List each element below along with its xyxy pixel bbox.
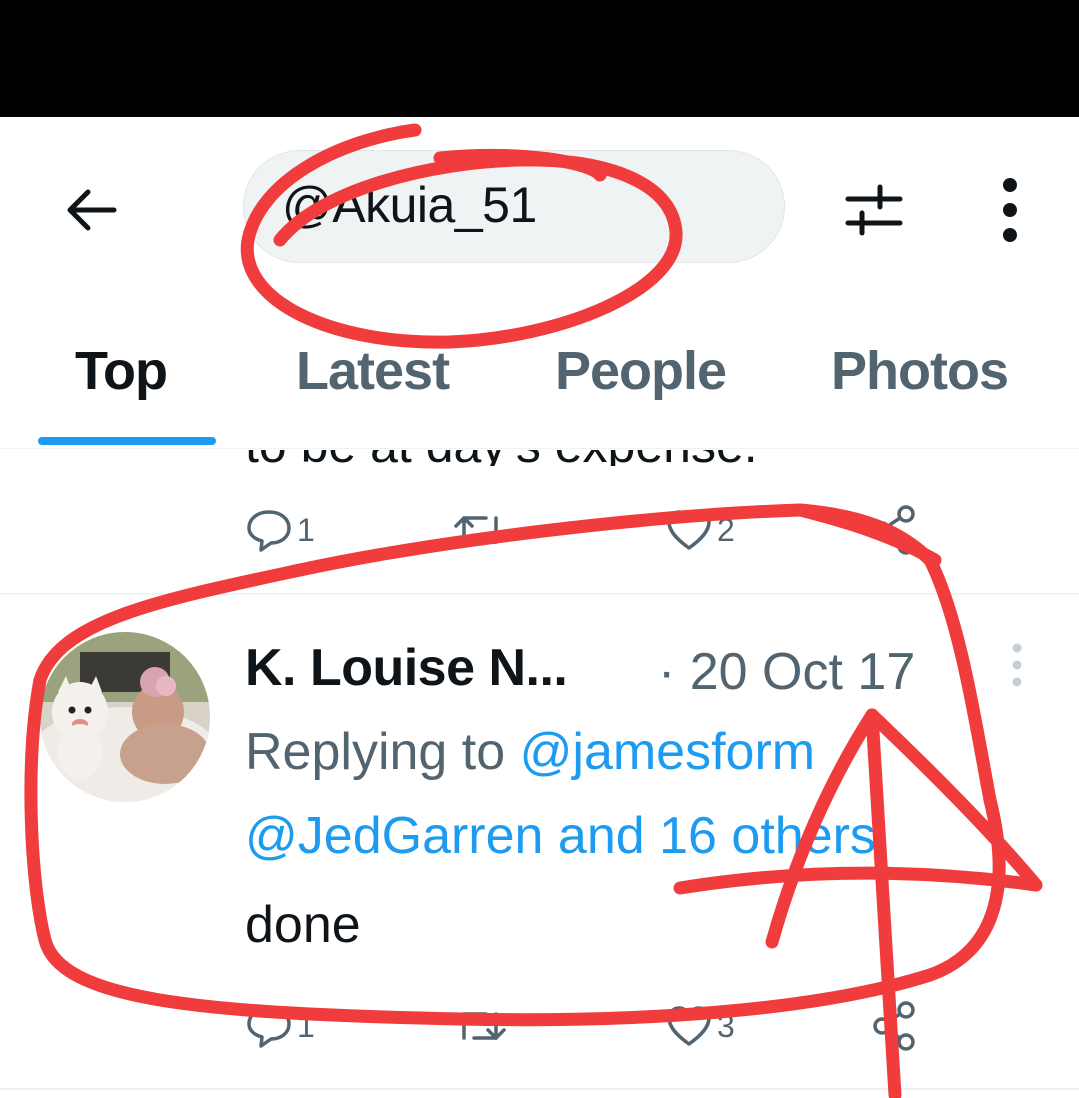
like-icon [667, 1006, 711, 1046]
tweet-text: done [245, 896, 361, 954]
back-button[interactable] [55, 180, 125, 240]
share-icon [873, 505, 915, 555]
tweet-date[interactable]: · 20 Oct 17 [658, 642, 915, 702]
reply-icon [247, 1006, 291, 1048]
avatar-photo [40, 632, 210, 802]
tab-photos[interactable]: Photos [831, 340, 1009, 402]
share-button[interactable] [870, 996, 918, 1056]
like-button[interactable]: 2 [665, 500, 735, 560]
back-arrow-icon [67, 189, 117, 231]
retweet-button[interactable] [450, 500, 514, 560]
avatar[interactable] [40, 632, 210, 802]
like-icon [667, 510, 711, 550]
reply-button[interactable]: 1 [245, 996, 315, 1056]
red-arrow-crossbar [673, 866, 1043, 895]
tab-top[interactable]: Top [75, 340, 168, 402]
reply-others-link[interactable]: and 16 others [543, 807, 876, 865]
like-button[interactable]: 3 [665, 996, 735, 1056]
share-icon [873, 1001, 915, 1051]
filter-sliders-icon [845, 184, 903, 236]
active-tab-indicator [38, 437, 216, 445]
tab-people[interactable]: People [555, 340, 727, 402]
replying-to-label: Replying to [245, 723, 520, 781]
search-tabs: Top Latest People Photos [0, 320, 1079, 449]
red-arrow-right-stroke [865, 708, 1043, 892]
search-query-text[interactable]: @Akuia_51 [282, 176, 537, 234]
retweet-icon [454, 1012, 506, 1040]
reply-button[interactable]: 1 [245, 500, 315, 560]
previous-tweet-actions: 1 2 [245, 500, 925, 560]
replying-to-line-2: @JedGarren and 16 others [245, 806, 876, 866]
tweet-divider [0, 1088, 1079, 1090]
tab-latest[interactable]: Latest [296, 340, 450, 402]
reply-handle-link[interactable]: @JedGarren [245, 807, 543, 865]
previous-tweet-text: to be at day's expense. [245, 450, 758, 466]
more-vertical-icon [1012, 643, 1022, 687]
replying-to-line: Replying to @jamesform [245, 722, 815, 782]
retweet-icon [454, 516, 506, 544]
author-name[interactable]: K. Louise N... [245, 639, 568, 697]
reply-handle-link[interactable]: @jamesform [520, 723, 816, 781]
reply-icon [247, 510, 291, 552]
reply-count: 1 [297, 511, 315, 548]
previous-tweet-text-cut: to be at day's expense. [245, 450, 885, 466]
status-bar [0, 0, 1079, 117]
tweet-more-button[interactable] [1005, 642, 1029, 688]
like-count: 3 [717, 1007, 735, 1044]
more-vertical-icon [1003, 178, 1017, 242]
tweet-actions: 1 3 [245, 996, 925, 1056]
tweet-divider [0, 593, 1079, 595]
reply-count: 1 [297, 1007, 315, 1044]
share-button[interactable] [870, 500, 918, 560]
like-count: 2 [717, 511, 735, 548]
more-options-button[interactable] [985, 175, 1035, 245]
tweet-header: K. Louise N... · 20 Oct 17 [245, 638, 915, 708]
retweet-button[interactable] [450, 996, 514, 1056]
filter-button[interactable] [838, 175, 908, 245]
